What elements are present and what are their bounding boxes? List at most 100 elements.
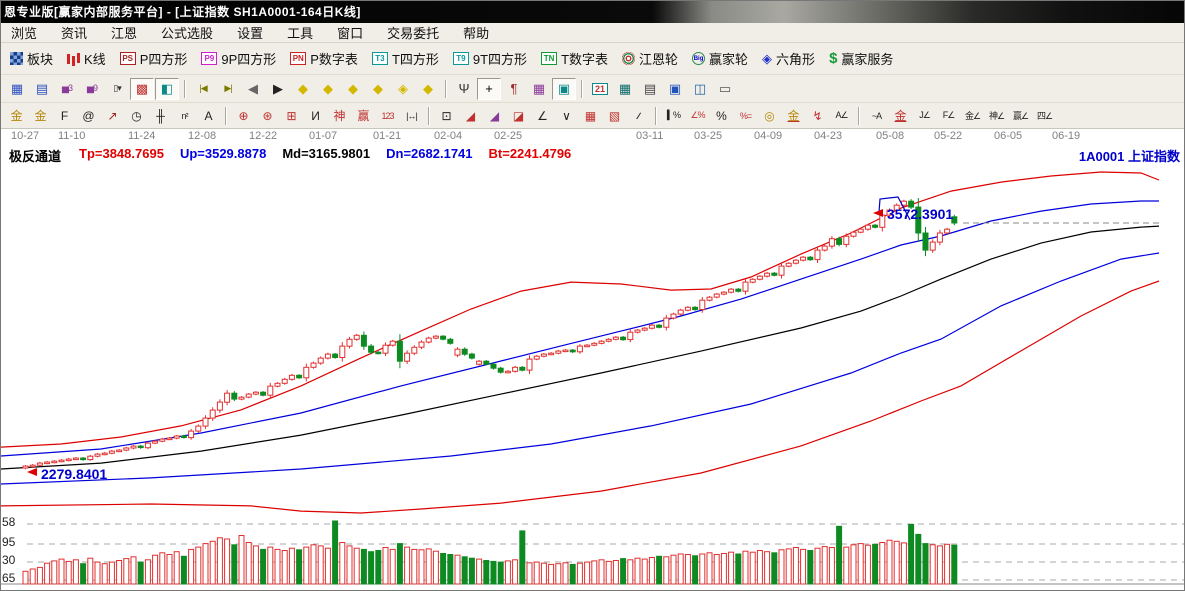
gold-angle-icon[interactable]: 金∠: [961, 106, 984, 126]
candle-body: [569, 349, 576, 353]
grid-pen-icon[interactable]: ▦: [527, 78, 551, 100]
menu-item-formula-stock-pick[interactable]: 公式选股: [161, 23, 213, 42]
notebook-icon[interactable]: ▤: [638, 78, 662, 100]
width-arrows-icon[interactable]: |↔|: [400, 106, 423, 126]
menu-item-gann[interactable]: 江恩: [111, 23, 137, 42]
notes-icon[interactable]: ▤: [30, 78, 54, 100]
print-icon[interactable]: ▭: [713, 78, 737, 100]
t-square-button[interactable]: T3 T四方形: [367, 46, 446, 71]
gold-square2-icon[interactable]: 金: [29, 106, 52, 126]
sector-blocks-button[interactable]: 板块: [5, 46, 60, 71]
v-dots-icon[interactable]: ∨: [555, 106, 578, 126]
t-number-table-button[interactable]: TN T数字表: [536, 46, 615, 71]
next-icon[interactable]: ▶: [266, 78, 290, 100]
volume-bar: [94, 561, 101, 585]
candle-body: [670, 313, 677, 319]
menu-item-news[interactable]: 资讯: [61, 23, 87, 42]
a-cut-icon[interactable]: A: [197, 106, 220, 126]
diamond-plus-icon[interactable]: ◆: [416, 78, 440, 100]
network-icon[interactable]: ◫: [688, 78, 712, 100]
gold-lines-icon[interactable]: 金: [782, 106, 805, 126]
shen-angle-icon[interactable]: 神∠: [985, 106, 1008, 126]
grid-arrow-icon[interactable]: ▧: [603, 106, 626, 126]
prev-icon[interactable]: ◀: [241, 78, 265, 100]
shen-icon[interactable]: 神: [328, 106, 351, 126]
pct-lines-icon[interactable]: %=: [734, 106, 757, 126]
volume-bar: [231, 544, 238, 585]
fan-grid-icon[interactable]: ◢: [483, 106, 506, 126]
box-grid-icon[interactable]: ⊞: [280, 106, 303, 126]
ying-icon[interactable]: 赢: [352, 106, 375, 126]
gold-square-icon[interactable]: 金: [5, 106, 28, 126]
j-angle-icon[interactable]: J∠: [913, 106, 936, 126]
calendar-21-icon[interactable]: 21: [588, 78, 612, 100]
kline-button[interactable]: K线: [62, 46, 113, 71]
winner-wheel-button[interactable]: Big 赢家轮: [687, 46, 755, 71]
diamond-star-icon[interactable]: ◈: [391, 78, 415, 100]
histogram-icon[interactable]: ◧: [155, 77, 179, 100]
star-grid-icon[interactable]: ⊛: [256, 106, 279, 126]
puzzle-icon[interactable]: ▣: [552, 77, 576, 100]
wave-a-icon[interactable]: ~A: [865, 106, 888, 126]
a-angle-icon[interactable]: A∠: [830, 106, 853, 126]
si-angle-icon[interactable]: 四∠: [1033, 106, 1056, 126]
comb-icon[interactable]: ╫: [149, 106, 172, 126]
bars-pct-icon[interactable]: ▍%: [662, 106, 685, 126]
pin-tool-icon[interactable]: ¶: [502, 78, 526, 100]
candle-body: [224, 392, 231, 403]
bars-9-icon[interactable]: ▅9: [80, 78, 104, 100]
panel-icon[interactable]: ▦: [5, 78, 29, 100]
9p-square-button[interactable]: P9 9P四方形: [196, 46, 283, 71]
bars-3-icon[interactable]: ▅3: [55, 78, 79, 100]
menu-item-window[interactable]: 窗口: [337, 23, 363, 42]
box-fan-icon[interactable]: ◪: [507, 106, 530, 126]
box-plus-icon[interactable]: ⊡: [435, 106, 458, 126]
three-lines-icon[interactable]: ∕∕: [627, 106, 650, 126]
hand-tool-icon[interactable]: Ψ: [452, 78, 476, 100]
gann-wheel-button[interactable]: 江恩轮: [617, 46, 685, 71]
ying-angle-icon[interactable]: 赢∠: [1009, 106, 1032, 126]
menu-item-trade-entrust[interactable]: 交易委托: [387, 23, 439, 42]
save-icon[interactable]: ▣: [663, 78, 687, 100]
winner-service-button[interactable]: $ 赢家服务: [824, 46, 900, 71]
f-ruler-icon[interactable]: F: [53, 106, 76, 126]
diamond-cross-icon[interactable]: ◆: [366, 78, 390, 100]
menu-item-settings[interactable]: 设置: [237, 23, 263, 42]
grid-red-icon[interactable]: ▦: [579, 106, 602, 126]
diamond-expand-icon[interactable]: ◆: [341, 78, 365, 100]
f-angle-icon[interactable]: F∠: [937, 106, 960, 126]
kline-chart[interactable]: 58 95 30 65 3572.3901 2279.8401: [1, 163, 1185, 591]
pen-icon[interactable]: ↗: [101, 106, 124, 126]
p-square-button[interactable]: PS P四方形: [115, 46, 195, 71]
n2-icon[interactable]: n²: [173, 106, 196, 126]
clock-icon[interactable]: ◷: [125, 106, 148, 126]
crosshair-tool-icon[interactable]: +: [477, 77, 501, 100]
candle-style-dropdown-icon[interactable]: ▯▾: [105, 78, 129, 100]
pattern-icon[interactable]: ▩: [130, 77, 154, 100]
spiral-icon[interactable]: @: [77, 106, 100, 126]
hexagon-button[interactable]: ◈ 六角形: [757, 46, 822, 71]
flash-icon[interactable]: ↯: [806, 106, 829, 126]
wave-k-icon[interactable]: И: [304, 106, 327, 126]
gold-circle-icon[interactable]: ◎: [758, 106, 781, 126]
volume-bar: [648, 557, 655, 585]
ruler-123-icon[interactable]: 123: [376, 106, 399, 126]
9t-square-button[interactable]: T9 9T四方形: [448, 46, 534, 71]
volume-bar: [562, 562, 569, 585]
volume-bar: [735, 553, 742, 585]
angle-pct-icon[interactable]: ∠%: [686, 106, 709, 126]
percent-icon[interactable]: %: [710, 106, 733, 126]
last-page-icon[interactable]: ▶|: [216, 78, 240, 100]
menu-item-help[interactable]: 帮助: [463, 23, 489, 42]
calculator-icon[interactable]: ▦: [613, 78, 637, 100]
fan-icon[interactable]: ◢: [459, 106, 482, 126]
menu-item-browse[interactable]: 浏览: [11, 23, 37, 42]
diamond-left-icon[interactable]: ◆: [291, 78, 315, 100]
p-number-table-button[interactable]: PN P数字表: [285, 46, 365, 71]
gold-under-icon[interactable]: 金: [889, 106, 912, 126]
first-page-icon[interactable]: |◀: [191, 78, 215, 100]
menu-item-tools[interactable]: 工具: [287, 23, 313, 42]
diamond-right-icon[interactable]: ◆: [316, 78, 340, 100]
circle-cross-icon[interactable]: ⊕: [232, 106, 255, 126]
angle-lines-icon[interactable]: ∠: [531, 106, 554, 126]
